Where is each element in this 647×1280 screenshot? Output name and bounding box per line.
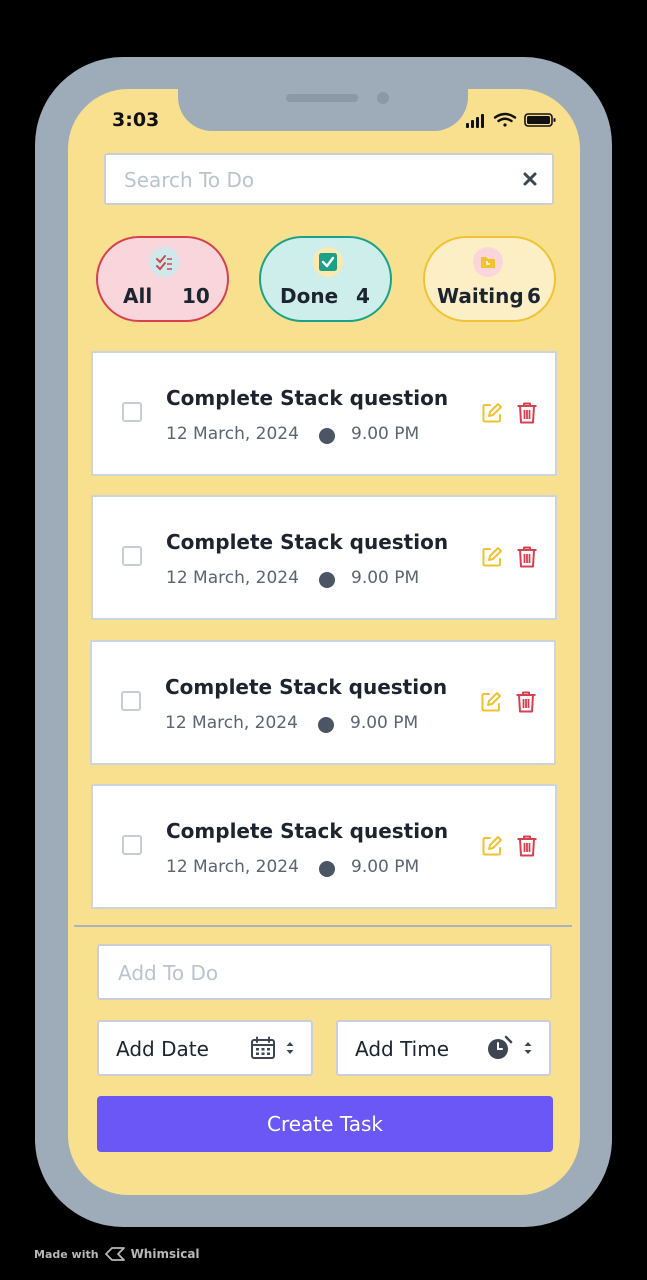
task-title: Complete Stack question bbox=[166, 530, 449, 554]
sort-arrows-icon bbox=[286, 1042, 294, 1054]
calendar-icon bbox=[251, 1036, 275, 1059]
task-time: 9.00 PM bbox=[351, 424, 420, 444]
edit-icon[interactable] bbox=[481, 402, 503, 424]
trash-icon[interactable] bbox=[515, 690, 537, 714]
status-time: 3:03 bbox=[112, 109, 160, 131]
task-date: 12 March, 2024 bbox=[166, 568, 299, 588]
trash-icon[interactable] bbox=[516, 401, 538, 425]
task-checkbox[interactable] bbox=[121, 691, 141, 711]
task-time: 9.00 PM bbox=[350, 713, 419, 733]
made-with-text: Made with bbox=[34, 1247, 99, 1261]
app-screen: 3:03 All 10 bbox=[68, 89, 580, 1195]
add-time-picker[interactable]: Add Time bbox=[336, 1020, 551, 1076]
trash-icon[interactable] bbox=[516, 545, 538, 569]
filter-all-label: All bbox=[123, 284, 153, 308]
filter-all-count: 10 bbox=[182, 284, 210, 308]
divider bbox=[74, 925, 572, 927]
search-box bbox=[104, 153, 554, 205]
whimsical-brand: Whimsical bbox=[130, 1247, 200, 1261]
separator-dot bbox=[318, 717, 334, 733]
task-checkbox[interactable] bbox=[122, 546, 142, 566]
task-card: Complete Stack question 12 March, 2024 9… bbox=[91, 495, 557, 620]
task-date: 12 March, 2024 bbox=[165, 713, 298, 733]
task-card: Complete Stack question 12 March, 2024 9… bbox=[91, 784, 557, 909]
task-card: Complete Stack question 12 March, 2024 9… bbox=[90, 640, 556, 765]
add-todo-input[interactable] bbox=[116, 946, 520, 1000]
filter-waiting[interactable]: Waiting 6 bbox=[423, 236, 556, 322]
task-checkbox[interactable] bbox=[122, 402, 142, 422]
front-camera bbox=[377, 92, 389, 104]
sort-arrows-icon bbox=[524, 1042, 532, 1054]
checklist-icon bbox=[149, 247, 179, 277]
add-todo-box bbox=[97, 944, 552, 1000]
search-input[interactable] bbox=[122, 155, 506, 205]
whimsical-logo-icon bbox=[104, 1247, 125, 1261]
clear-icon[interactable] bbox=[520, 169, 540, 189]
task-date: 12 March, 2024 bbox=[166, 424, 299, 444]
add-time-label: Add Time bbox=[355, 1037, 450, 1061]
task-title: Complete Stack question bbox=[165, 675, 448, 699]
task-date: 12 March, 2024 bbox=[166, 857, 299, 877]
edit-icon[interactable] bbox=[481, 835, 503, 857]
filter-done-count: 4 bbox=[356, 284, 370, 308]
add-date-picker[interactable]: Add Date bbox=[97, 1020, 313, 1076]
task-card: Complete Stack question 12 March, 2024 9… bbox=[91, 351, 557, 476]
notch bbox=[178, 89, 468, 131]
task-time: 9.00 PM bbox=[351, 568, 420, 588]
status-icons bbox=[466, 112, 556, 128]
edit-icon[interactable] bbox=[480, 691, 502, 713]
task-title: Complete Stack question bbox=[166, 386, 449, 410]
separator-dot bbox=[319, 861, 335, 877]
edit-icon[interactable] bbox=[481, 546, 503, 568]
add-date-label: Add Date bbox=[116, 1037, 209, 1061]
check-box-icon bbox=[313, 247, 343, 277]
footer: Made with Whimsical bbox=[34, 1246, 200, 1262]
timer-icon bbox=[488, 1035, 513, 1059]
battery-icon bbox=[524, 113, 556, 127]
filter-all[interactable]: All 10 bbox=[96, 236, 229, 322]
filter-waiting-label: Waiting bbox=[437, 284, 524, 308]
signal-icon bbox=[466, 114, 484, 128]
separator-dot bbox=[319, 428, 335, 444]
task-time: 9.00 PM bbox=[351, 857, 420, 877]
filter-done-label: Done bbox=[280, 284, 339, 308]
speaker bbox=[286, 94, 358, 102]
separator-dot bbox=[319, 572, 335, 588]
task-title: Complete Stack question bbox=[166, 819, 449, 843]
wifi-icon bbox=[493, 112, 517, 127]
create-task-button[interactable]: Create Task bbox=[97, 1096, 553, 1152]
folder-clock-icon bbox=[473, 247, 503, 277]
filter-waiting-count: 6 bbox=[527, 284, 541, 308]
trash-icon[interactable] bbox=[516, 834, 538, 858]
filter-done[interactable]: Done 4 bbox=[259, 236, 392, 322]
task-checkbox[interactable] bbox=[122, 835, 142, 855]
